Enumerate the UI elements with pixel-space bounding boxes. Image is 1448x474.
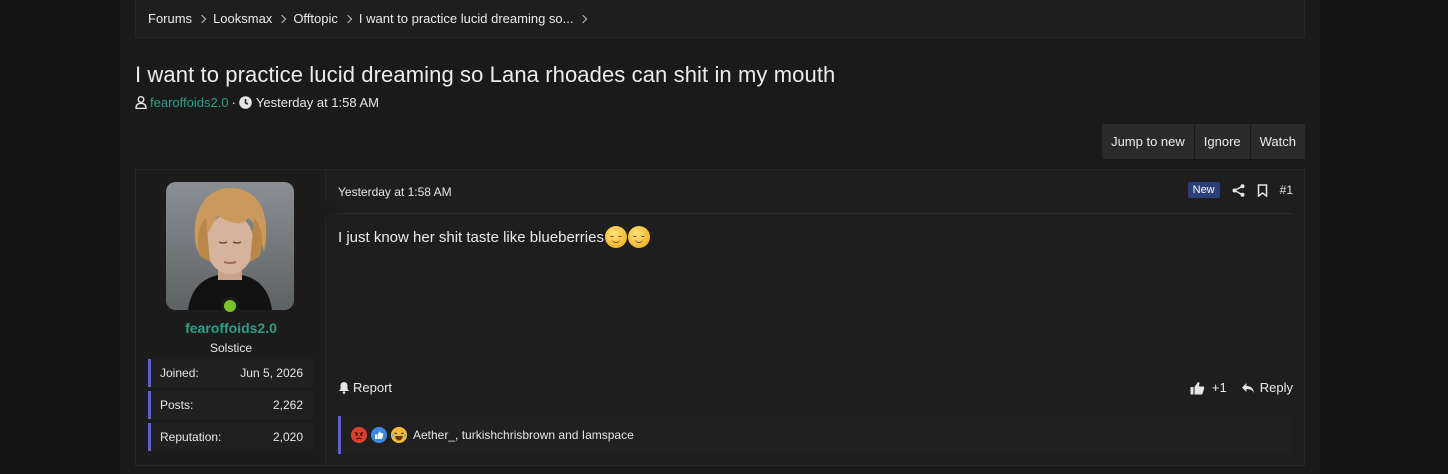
bell-icon	[338, 381, 350, 394]
reply-icon	[1241, 382, 1255, 394]
page-title: I want to practice lucid dreaming so Lan…	[135, 62, 836, 87]
thread-date[interactable]: Yesterday at 1:58 AM	[256, 95, 379, 110]
reactions-users-text[interactable]: Aether_, turkishchrisbrown and Iamspace	[413, 428, 634, 442]
relieved-face-emoji-icon	[604, 226, 627, 248]
chevron-right-icon	[343, 14, 353, 23]
stat-joined: Joined: Jun 5, 2026	[148, 359, 313, 387]
like-reaction-icon	[371, 427, 387, 443]
post-number-link[interactable]: #1	[1280, 183, 1293, 197]
ignore-button[interactable]: Ignore	[1193, 124, 1250, 159]
breadcrumb-forums[interactable]: Forums	[148, 11, 192, 26]
user-title: Solstice	[209, 341, 253, 355]
reactions-bar[interactable]: Aether_, turkishchrisbrown and Iamspace	[338, 416, 1293, 454]
post-date[interactable]: Yesterday at 1:58 AM	[338, 185, 452, 199]
angry-reaction-icon	[351, 427, 367, 443]
watch-button[interactable]: Watch	[1249, 124, 1305, 159]
meta-separator: ·	[231, 95, 236, 110]
breadcrumb-thread[interactable]: I want to practice lucid dreaming so...	[359, 11, 574, 26]
breadcrumb: Forums Looksmax Offtopic I want to pract…	[135, 0, 1305, 38]
online-status-indicator	[221, 297, 239, 315]
report-button[interactable]: Report	[338, 380, 392, 395]
new-badge: New	[1187, 182, 1220, 198]
post-footer-right: +1 Reply	[1190, 380, 1293, 395]
breadcrumb-looksmax[interactable]: Looksmax	[213, 11, 272, 26]
post-header-actions: New #1	[1187, 182, 1293, 198]
thread-meta: fearoffoids2.0 · Yesterday at 1:58 AM	[135, 95, 379, 110]
divider	[338, 213, 1293, 214]
stat-reputation: Reputation: 2,020	[148, 423, 313, 451]
bookmark-icon[interactable]	[1257, 183, 1268, 197]
post-user-cell: fearoffoids2.0 Solstice Joined: Jun 5, 2…	[136, 170, 335, 465]
laugh-reaction-icon	[391, 427, 407, 443]
post-footer: Report +1 Reply	[338, 380, 1293, 395]
post-username[interactable]: fearoffoids2.0	[136, 320, 326, 336]
stat-label: Reputation:	[160, 430, 222, 444]
reply-button[interactable]: Reply	[1241, 380, 1293, 395]
avatar[interactable]	[166, 182, 294, 310]
share-icon[interactable]	[1232, 183, 1245, 197]
clock-icon	[239, 96, 252, 109]
chevron-right-icon[interactable]	[579, 14, 588, 23]
breadcrumb-offtopic[interactable]: Offtopic	[293, 11, 338, 26]
post-text: I just know her shit taste like blueberr…	[338, 228, 604, 246]
stat-value: Jun 5, 2026	[240, 366, 303, 380]
jump-to-new-button[interactable]: Jump to new	[1102, 124, 1194, 159]
page: Forums Looksmax Offtopic I want to pract…	[120, 0, 1320, 474]
stat-label: Joined:	[160, 366, 199, 380]
chevron-right-icon	[197, 14, 207, 23]
thread-author-link[interactable]: fearoffoids2.0	[150, 95, 229, 110]
thread-actions: Jump to new Ignore Watch	[1102, 124, 1305, 159]
relieved-face-emoji-icon	[627, 226, 650, 248]
like-count: +1	[1211, 380, 1227, 395]
chevron-right-icon	[278, 14, 287, 23]
like-button[interactable]: +1	[1190, 380, 1227, 395]
post-message: Yesterday at 1:58 AM New #1 I just know …	[338, 170, 1293, 465]
stat-value: 2,020	[272, 430, 303, 444]
thumbs-up-icon	[1190, 381, 1205, 395]
stat-value: 2,262	[272, 398, 303, 412]
report-label: Report	[353, 380, 393, 395]
stat-posts: Posts: 2,262	[148, 391, 313, 419]
post-body: I just know her shit taste like blueberr…	[338, 226, 650, 248]
user-icon	[135, 96, 147, 109]
post: fearoffoids2.0 Solstice Joined: Jun 5, 2…	[135, 169, 1305, 466]
reply-label: Reply	[1259, 380, 1293, 395]
stat-label: Posts:	[160, 398, 194, 412]
